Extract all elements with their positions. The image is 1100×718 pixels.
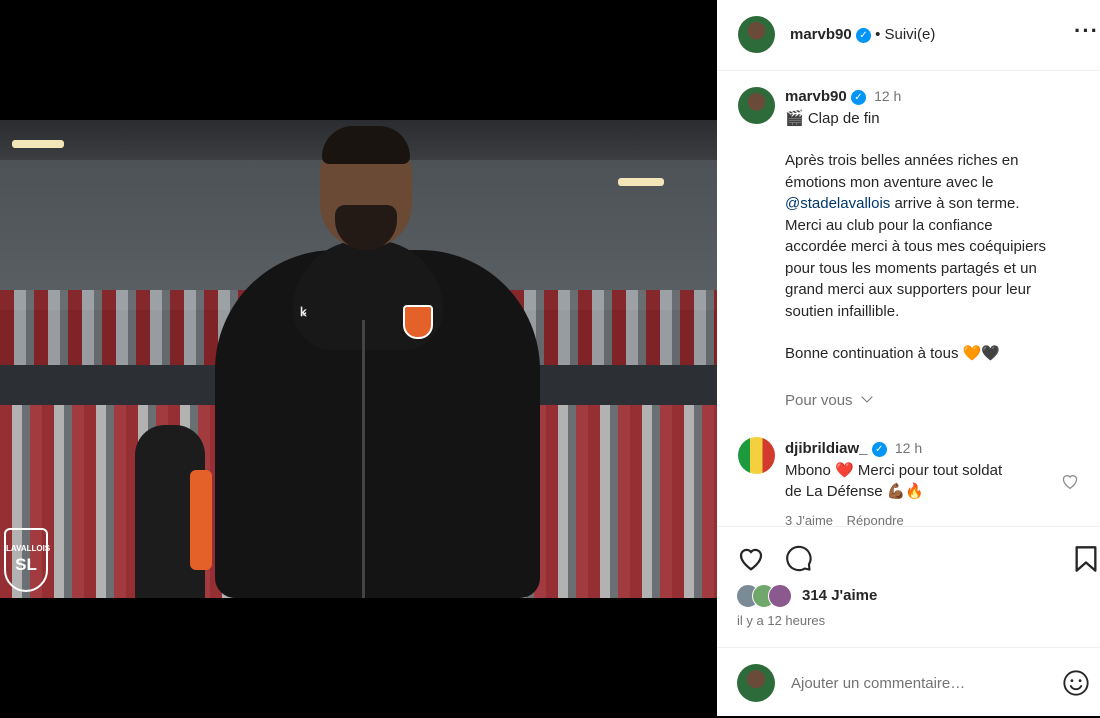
bookmark-icon[interactable] xyxy=(1074,545,1098,573)
caption-line: soutien infaillible. xyxy=(785,302,900,320)
comment-likes[interactable]: 3 J'aime xyxy=(785,513,833,526)
caption-line: accordée merci à tous mes coéquipiers xyxy=(785,238,1046,255)
comment-input[interactable]: Ajouter un commentaire… xyxy=(791,675,965,692)
caption-line: @stadelavallois arrive à son terme. xyxy=(785,193,1085,215)
emoji-icon[interactable] xyxy=(1062,669,1090,697)
current-user-avatar xyxy=(737,664,775,702)
like-heart-icon[interactable] xyxy=(736,544,766,572)
more-horizontal-icon[interactable]: ··· xyxy=(1074,20,1098,45)
comment-time[interactable]: 12 h xyxy=(895,440,922,456)
liker-avatar xyxy=(768,584,792,608)
actions-bar: 314 J'aime il y a 12 heures Ajouter un c… xyxy=(717,526,1100,717)
comment-username[interactable]: djibrildiaw_ xyxy=(785,440,868,457)
comment-reply-button[interactable]: Répondre xyxy=(847,513,904,526)
player-hair xyxy=(322,126,410,164)
heart-icon[interactable] xyxy=(1060,472,1080,490)
light-1 xyxy=(12,140,64,148)
caption-line: pour tous les moments partagés et un xyxy=(785,259,1037,277)
avatar[interactable] xyxy=(738,16,775,53)
post-timestamp[interactable]: il y a 12 heures xyxy=(737,613,825,628)
liker-avatars[interactable] xyxy=(736,584,802,608)
caption-text: arrive à son terme. xyxy=(890,195,1020,212)
caption-line: grand merci aux supporters pour leur xyxy=(785,281,1031,298)
caption-time[interactable]: 12 h xyxy=(874,88,901,104)
caption-line: Bonne continuation à tous 🧡🖤 xyxy=(785,345,1000,362)
post-photo[interactable]: ꝃ LAVALLOIS SL xyxy=(0,120,717,598)
commenter-avatar[interactable] xyxy=(738,437,775,474)
caption-line: Après trois belles années riches en xyxy=(785,152,1019,169)
likes-count[interactable]: 314 J'aime xyxy=(802,587,877,604)
dot-separator: • xyxy=(875,26,881,43)
comment-text-line: de La Défense 💪🏾🔥 xyxy=(785,483,925,500)
verified-icon: ✓ xyxy=(855,27,871,43)
caption-header: marvb90 ✓ 12 h xyxy=(785,86,1085,108)
comment: djibrildiaw_ ✓ 12 h Mbono ❤️ Merci pour … xyxy=(785,438,1055,503)
chevron-down-icon xyxy=(861,390,873,403)
post-media: ꝃ LAVALLOIS SL xyxy=(0,0,717,716)
post-side-panel: marvb90 ✓ • Suivi(e) ··· marvb90 ✓ 12 h … xyxy=(717,0,1100,716)
comment-composer: Ajouter un commentaire… xyxy=(717,647,1100,718)
translate-label: Pour vous xyxy=(785,391,853,409)
verified-icon: ✓ xyxy=(850,89,866,105)
mention-link[interactable]: @stadelavallois xyxy=(785,195,890,212)
caption-avatar[interactable] xyxy=(738,87,775,124)
username[interactable]: marvb90 xyxy=(790,26,852,43)
background-person-orange xyxy=(190,470,212,570)
kappa-logo: ꝃ xyxy=(300,305,307,319)
comment-text-line: Mbono ❤️ Merci pour tout soldat xyxy=(785,461,1003,479)
comment-meta: 3 J'aime Répondre xyxy=(785,513,904,526)
translate-toggle[interactable]: Pour vous xyxy=(785,390,1085,412)
header-user-line: marvb90 ✓ • Suivi(e) xyxy=(790,26,935,43)
caption-line: émotions mon aventure avec le xyxy=(785,173,994,191)
stade-lavallois-logo: LAVALLOIS SL xyxy=(4,528,50,592)
caption: marvb90 ✓ 12 h 🎬 Clap de fin Après trois… xyxy=(785,86,1085,411)
caption-line: 🎬 Clap de fin xyxy=(785,109,880,127)
caption-username[interactable]: marvb90 xyxy=(785,88,847,105)
follow-status-button[interactable]: Suivi(e) xyxy=(885,26,936,43)
comment-icon[interactable] xyxy=(785,544,813,572)
light-2 xyxy=(618,178,664,186)
verified-icon: ✓ xyxy=(871,441,887,457)
club-crest xyxy=(403,305,433,339)
caption-line: Merci au club pour la confiance xyxy=(785,216,993,234)
comment-header: djibrildiaw_ ✓ 12 h xyxy=(785,438,1055,460)
zipper xyxy=(362,320,365,598)
post-header: marvb90 ✓ • Suivi(e) ··· xyxy=(717,0,1100,71)
